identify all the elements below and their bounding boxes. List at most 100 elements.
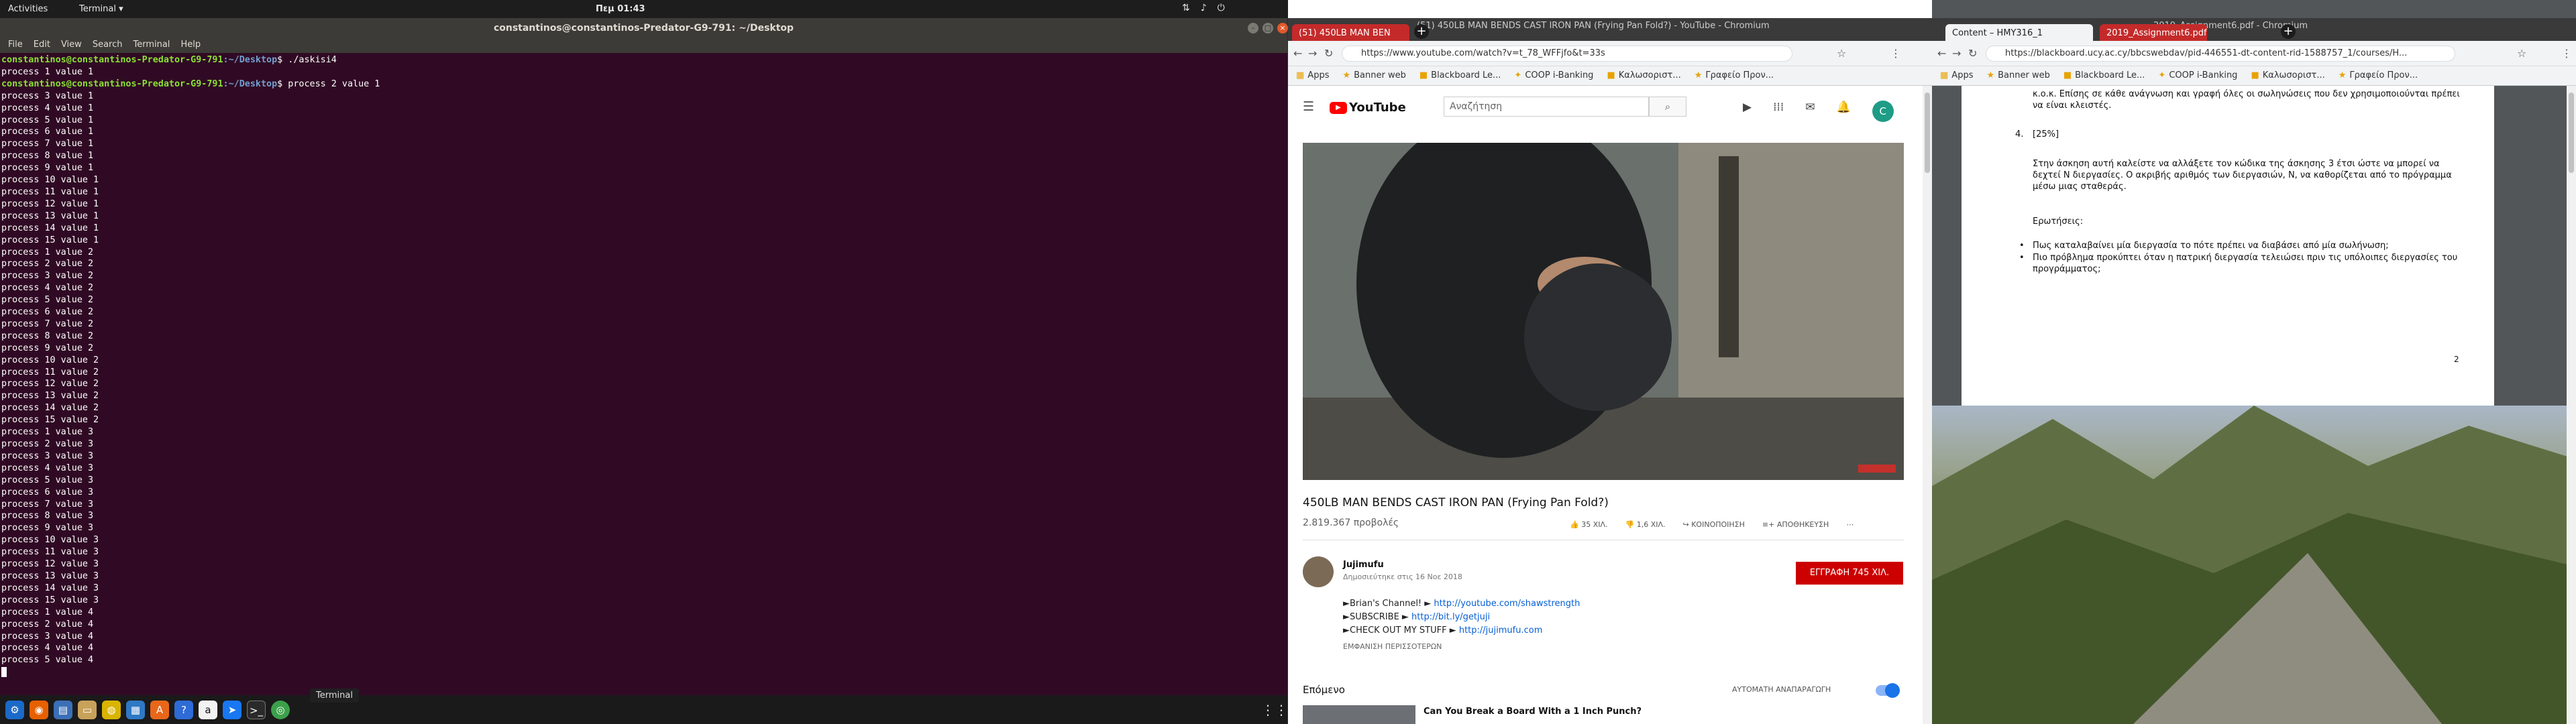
save-button[interactable]: ≡+ ΑΠΟΘΗΚΕΥΣΗ — [1762, 520, 1829, 529]
tab-pdf[interactable]: 2019_Assignment6.pdf — [2100, 24, 2207, 41]
chrome-icon[interactable]: ◎ — [271, 700, 290, 719]
amazon-icon[interactable]: a — [199, 700, 217, 719]
like-button[interactable]: 👍 35 ΧΙΛ. — [1570, 520, 1608, 529]
more-icon[interactable]: ⋯ — [1846, 520, 1854, 529]
bookmark-welcome[interactable]: ■ Καλωσοριστ... — [2251, 70, 2324, 81]
menu-terminal[interactable]: Terminal — [133, 40, 170, 52]
window-controls: – □ × — [1248, 23, 1288, 34]
search-input[interactable]: Αναζήτηση — [1444, 97, 1649, 117]
menu-file[interactable]: File — [8, 40, 23, 52]
folder-icon[interactable]: ▭ — [78, 700, 97, 719]
apps-grid-icon[interactable]: ⁞⁞⁞ — [1773, 101, 1784, 122]
menu-icon[interactable]: ⋮ — [1890, 47, 1901, 60]
new-tab-button[interactable]: + — [2281, 24, 2296, 39]
clock[interactable]: Πεμ 01:43 — [596, 4, 645, 14]
menu-icon[interactable]: ⋮ — [2561, 47, 2572, 60]
description-link[interactable]: http://bit.ly/getjuji — [1411, 612, 1490, 622]
app-menu[interactable]: Terminal ▾ — [79, 4, 123, 14]
settings-icon[interactable]: ⚙ — [5, 700, 24, 719]
firefox-icon[interactable]: ◉ — [30, 700, 48, 719]
bookmark-coop[interactable]: ✦ COOP i-Banking — [1514, 70, 1593, 81]
channel-avatar[interactable] — [1303, 556, 1334, 587]
reload-icon[interactable]: ↻ — [1324, 47, 1333, 60]
pdf-browser-window[interactable]: 2019_Assignment6.pdf - Chromium Content … — [1932, 0, 2576, 724]
avatar[interactable]: C — [1872, 101, 1894, 122]
scrollbar[interactable] — [2567, 86, 2576, 724]
new-tab-button[interactable]: + — [1414, 24, 1429, 39]
bookmark-blackboard[interactable]: ■ Blackboard Le... — [2063, 70, 2145, 81]
bookmark-banner[interactable]: ★ Banner web — [1986, 70, 2049, 81]
create-video-icon[interactable]: ▶ — [1743, 101, 1752, 122]
writer-icon[interactable]: ▦ — [126, 700, 145, 719]
address-bar-row: ← → ↻ https://www.youtube.com/watch?v=t_… — [1288, 41, 1932, 66]
pdf-item-weight: [25%] — [2033, 129, 2059, 139]
reload-icon[interactable]: ↻ — [1968, 47, 1977, 60]
tab-content[interactable]: Content – HMY316_1 — [1945, 24, 2093, 41]
activities-button[interactable]: Activities — [8, 4, 48, 14]
back-icon[interactable]: ← — [1293, 47, 1302, 60]
help-icon[interactable]: ? — [174, 700, 193, 719]
menu-help[interactable]: Help — [180, 40, 201, 52]
bookmark-apps[interactable]: ▦ Apps — [1296, 70, 1329, 81]
forward-icon[interactable]: → — [1952, 47, 1961, 60]
channel-name[interactable]: Jujimufu — [1343, 560, 1384, 570]
minimize-icon[interactable]: – — [1248, 23, 1258, 34]
terminal-output[interactable]: constantinos@constantinos-Predator-G9-79… — [0, 53, 1287, 695]
tab-youtube[interactable]: (51) 450LB MAN BEN — [1292, 24, 1409, 41]
terminal-titlebar[interactable]: constantinos@constantinos-Predator-G9-79… — [0, 18, 1288, 38]
maximize-icon[interactable]: □ — [1263, 23, 1273, 34]
appstore-icon[interactable]: A — [150, 700, 169, 719]
url-field[interactable]: https://blackboard.ucy.ac.cy/bbcswebdav/… — [1986, 46, 2455, 62]
description-link[interactable]: http://jujimufu.com — [1459, 625, 1543, 636]
close-icon[interactable]: × — [1277, 23, 1288, 34]
youtube-logo[interactable]: ▶ YouTube — [1330, 101, 1406, 115]
star-icon[interactable]: ☆ — [2517, 47, 2526, 60]
bookmark-icon: ✦ — [1514, 70, 1522, 80]
notifications-icon[interactable]: 🔔 — [1837, 101, 1851, 122]
search-button[interactable]: ⌕ — [1649, 97, 1686, 117]
bookmarks-bar: ▦ Apps ★ Banner web ■ Blackboard Le... ✦ COO… — [1932, 66, 2576, 86]
bookmark-banner[interactable]: ★ Banner web — [1342, 70, 1405, 81]
hamburger-icon[interactable]: ☰ — [1303, 99, 1314, 114]
system-tray[interactable]: ⇅ ♪ ⏻ — [1182, 3, 1225, 13]
messenger-icon[interactable]: ➤ — [223, 700, 241, 719]
address-bar-row: ← → ↻ https://blackboard.ucy.ac.cy/bbcsw… — [1932, 41, 2576, 66]
scrollbar[interactable] — [1923, 86, 1932, 724]
share-button[interactable]: ↪ ΚΟΙΝΟΠΟΙΗΣΗ — [1683, 520, 1745, 529]
back-icon[interactable]: ← — [1937, 47, 1946, 60]
bookmarks-bar: ▦ Apps ★ Banner web ■ Blackboard Le... ✦ COO… — [1288, 66, 1932, 86]
menu-view[interactable]: View — [61, 40, 82, 52]
messages-icon[interactable]: ✉ — [1805, 101, 1815, 122]
terminal-icon[interactable]: >_ — [247, 700, 266, 719]
autoplay-toggle[interactable] — [1876, 683, 1900, 698]
bookmark-coop[interactable]: ✦ COOP i-Banking — [2158, 70, 2237, 81]
video-player[interactable] — [1303, 143, 1904, 480]
bookmark-office[interactable]: ★ Γραφείο Προν... — [1695, 70, 1774, 81]
scrollbar-thumb[interactable] — [1925, 93, 1930, 173]
show-more-button[interactable]: ΕΜΦΑΝΙΣΗ ΠΕΡΙΣΣΟΤΕΡΩΝ — [1343, 642, 1442, 651]
url-field[interactable]: https://www.youtube.com/watch?v=t_78_WFF… — [1342, 46, 1792, 62]
bookmark-office[interactable]: ★ Γραφείο Προν... — [2339, 70, 2418, 81]
menu-search[interactable]: Search — [93, 40, 123, 52]
rhythmbox-icon[interactable]: ◍ — [102, 700, 121, 719]
dislike-button[interactable]: 👎 1,6 ΧΙΛ. — [1625, 520, 1666, 529]
bookmark-welcome[interactable]: ■ Καλωσοριστ... — [1607, 70, 1680, 81]
next-video-title[interactable]: Can You Break a Board With a 1 Inch Punc… — [1424, 707, 1642, 717]
youtube-browser-window[interactable]: (51) 450LB MAN BENDS CAST IRON PAN (Fryi… — [1288, 0, 1932, 724]
star-icon[interactable]: ☆ — [1837, 47, 1846, 60]
bookmark-icon: ■ — [1419, 70, 1428, 80]
bookmark-apps[interactable]: ▦ Apps — [1940, 70, 1973, 81]
forward-icon[interactable]: → — [1308, 47, 1317, 60]
tab-bar: 2019_Assignment6.pdf - Chromium Content … — [1932, 18, 2576, 41]
menu-edit[interactable]: Edit — [34, 40, 50, 52]
description-link[interactable]: http://youtube.com/shawstrength — [1434, 599, 1580, 609]
files-icon[interactable]: ▤ — [54, 700, 72, 719]
pdf-questions-heading: Ερωτήσεις: — [2033, 217, 2084, 227]
subscribe-button[interactable]: ΕΓΓΡΑΦΗ 745 ΧΙΛ. — [1796, 562, 1903, 585]
bookmark-blackboard[interactable]: ■ Blackboard Le... — [1419, 70, 1501, 81]
terminal-window[interactable]: constantinos@constantinos-Predator-G9-79… — [0, 18, 1288, 703]
next-video-thumbnail[interactable] — [1303, 705, 1415, 724]
autoplay-label: ΑΥΤΟΜΑΤΗ ΑΝΑΠΑΡΑΓΩΓΗ — [1732, 685, 1831, 694]
scrollbar-thumb[interactable] — [2569, 93, 2574, 173]
desktop: Activities Terminal ▾ Πεμ 01:43 ⇅ ♪ ⏻ co… — [0, 0, 2576, 724]
